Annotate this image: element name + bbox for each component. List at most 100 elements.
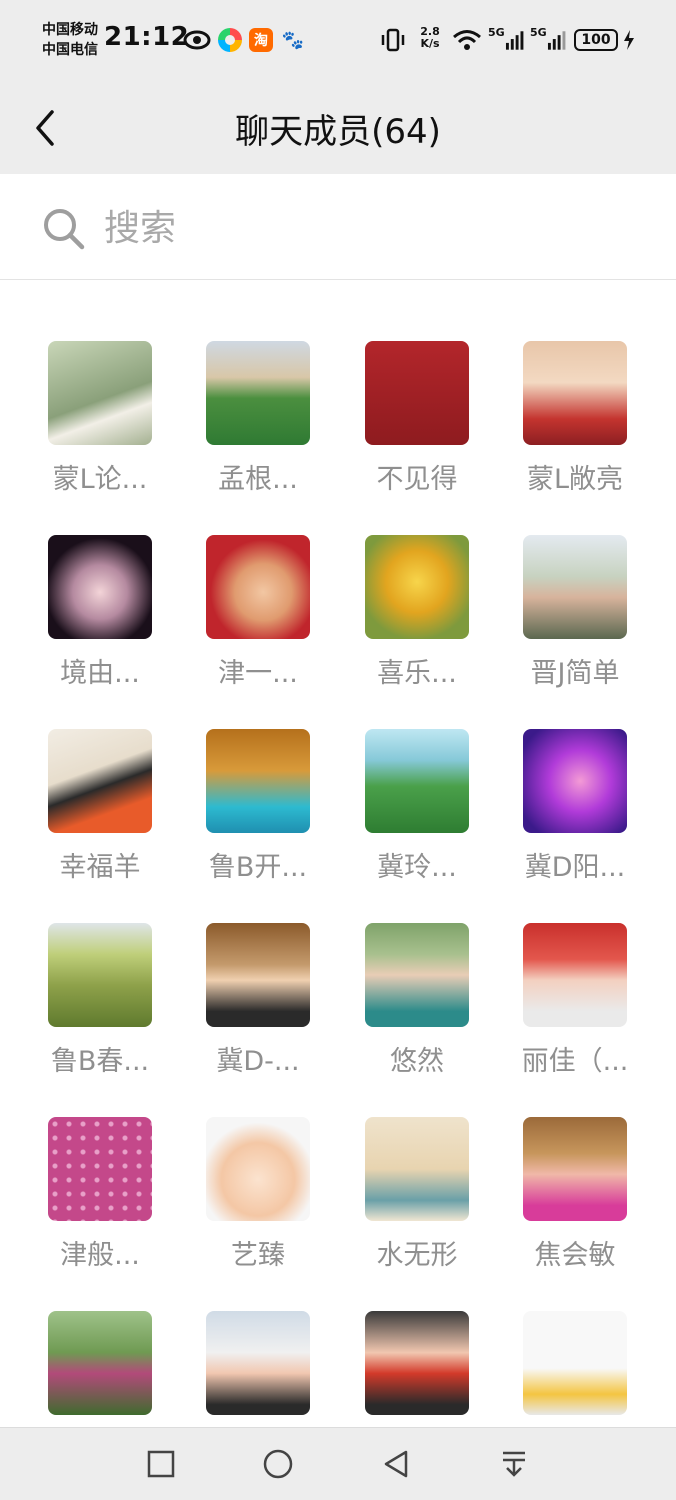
avatar	[206, 729, 310, 833]
signal-icon-2: 5G	[530, 26, 568, 54]
avatar	[523, 1117, 627, 1221]
avatar	[206, 1117, 310, 1221]
avatar	[365, 1117, 469, 1221]
avatar	[48, 923, 152, 1027]
member-item[interactable]: 津一...	[179, 535, 337, 690]
member-name: 蒙L论...	[52, 464, 148, 495]
member-grid: 蒙L论... 孟根... 不见得 蒙L敞亮境由... 津一... 喜乐... 晋J简单幸福羊…	[0, 281, 676, 1427]
member-item[interactable]: 鲁B开...	[179, 729, 337, 884]
avatar	[206, 923, 310, 1027]
search-icon	[42, 207, 86, 251]
member-name: 悠然	[390, 1046, 444, 1077]
avatar	[365, 1311, 469, 1415]
avatar	[523, 729, 627, 833]
member-item[interactable]: 境由...	[21, 535, 179, 690]
avatar	[365, 729, 469, 833]
member-name: 丽佳（...	[521, 1046, 629, 1077]
member-item[interactable]: 冀D-...	[179, 923, 337, 1078]
search-input[interactable]	[104, 200, 644, 256]
net-speed-unit: K/s	[420, 37, 440, 50]
member-item[interactable]: 不见得	[338, 341, 496, 496]
baidu-icon: 🐾	[281, 29, 305, 51]
member-item[interactable]: 冀玲...	[338, 729, 496, 884]
avatar	[365, 923, 469, 1027]
member-name: 津般...	[60, 1240, 140, 1271]
member-name: 艺臻	[231, 1240, 285, 1271]
member-item[interactable]: 蒙L敞亮	[496, 341, 654, 496]
member-name: 鲁B开...	[208, 852, 308, 883]
page-title: 聊天成员(64)	[235, 112, 441, 152]
avatar	[523, 923, 627, 1027]
battery-level: 100	[581, 32, 611, 48]
member-name: 鲁B春...	[50, 1046, 150, 1077]
member-item[interactable]: 津般...	[21, 1117, 179, 1272]
home-button[interactable]	[258, 1444, 298, 1484]
member-item[interactable]: 悠然	[338, 923, 496, 1078]
member-item[interactable]: 鲁B春...	[21, 923, 179, 1078]
member-name: 不见得	[376, 464, 458, 495]
member-name: 孟根...	[218, 464, 298, 495]
avatar	[48, 1311, 152, 1415]
avatar	[365, 341, 469, 445]
avatar	[206, 535, 310, 639]
member-item[interactable]: 冀D阳...	[496, 729, 654, 884]
pull-down-icon	[503, 1451, 525, 1477]
avatar	[365, 535, 469, 639]
avatar	[523, 535, 627, 639]
member-name: 焦会敏	[534, 1240, 616, 1271]
app-notification-icon	[218, 28, 242, 52]
member-name: 津一...	[218, 658, 298, 689]
signal-2-label: 5G	[530, 26, 547, 39]
member-name: 蒙L敞亮	[526, 464, 624, 495]
member-name: 喜乐...	[377, 658, 457, 689]
eye-icon	[183, 26, 211, 54]
avatar	[48, 535, 152, 639]
member-item[interactable]	[496, 1311, 654, 1427]
triangle-back-icon	[384, 1450, 408, 1478]
member-name: 冀D-...	[216, 1046, 300, 1077]
member-item[interactable]: 幸福羊	[21, 729, 179, 884]
header: 聊天成员(64)	[0, 82, 676, 174]
member-item[interactable]: 焦会敏	[496, 1117, 654, 1272]
member-name: 幸福羊	[59, 852, 141, 883]
member-item[interactable]: 喜乐...	[338, 535, 496, 690]
member-item[interactable]: 艺臻	[179, 1117, 337, 1272]
wifi-icon	[450, 26, 484, 54]
net-speed: 2.8 K/s	[416, 26, 444, 54]
vibrate-icon	[380, 26, 406, 54]
carrier-1: 中国移动	[42, 22, 98, 38]
member-name: 冀玲...	[377, 852, 457, 883]
square-icon	[147, 1450, 175, 1478]
member-item[interactable]: 晋J简单	[496, 535, 654, 690]
signal-1-label: 5G	[488, 26, 505, 39]
member-item[interactable]: 丽佳（...	[496, 923, 654, 1078]
taobao-icon: 淘	[249, 28, 273, 52]
member-item[interactable]	[21, 1311, 179, 1427]
avatar	[48, 1117, 152, 1221]
member-item[interactable]: 孟根...	[179, 341, 337, 496]
member-name: 晋J简单	[530, 658, 620, 689]
member-name: 境由...	[60, 658, 140, 689]
back-nav-button[interactable]	[376, 1444, 416, 1484]
member-item[interactable]	[179, 1311, 337, 1427]
avatar	[523, 341, 627, 445]
avatar	[48, 729, 152, 833]
carrier-2: 中国电信	[42, 42, 98, 58]
clock: 21:12	[104, 22, 190, 52]
avatar	[206, 341, 310, 445]
dropdown-nav-button[interactable]	[494, 1444, 534, 1484]
member-item[interactable]: 蒙L论...	[21, 341, 179, 496]
battery-icon: 100	[574, 29, 618, 51]
signal-icon-1: 5G	[488, 26, 526, 54]
avatar	[523, 1311, 627, 1415]
circle-icon	[263, 1449, 293, 1479]
carrier-labels: 中国移动 中国电信	[42, 20, 98, 60]
charging-icon	[622, 26, 636, 54]
recents-button[interactable]	[141, 1444, 181, 1484]
avatar	[48, 341, 152, 445]
member-name: 冀D阳...	[524, 852, 626, 883]
member-item[interactable]: 水无形	[338, 1117, 496, 1272]
avatar	[206, 1311, 310, 1415]
system-nav-bar	[0, 1427, 676, 1500]
member-item[interactable]	[338, 1311, 496, 1427]
